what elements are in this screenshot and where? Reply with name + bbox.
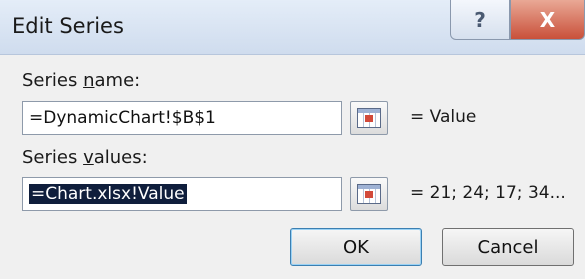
close-icon: X [539,7,556,32]
range-select-icon [357,108,381,128]
range-select-icon [357,184,381,204]
series-name-preview: = Value [410,107,477,127]
series-values-label: Series values: [22,147,148,168]
close-button[interactable]: X [510,0,585,40]
help-icon: ? [474,7,486,32]
series-name-label: Series name: [22,70,141,91]
series-values-value: =Chart.xlsx!Value [29,184,187,204]
title-bar: Edit Series ? X [0,0,585,55]
series-values-preview: = 21; 24; 17; 34... [410,183,566,203]
ok-button[interactable]: OK [290,228,422,266]
help-button[interactable]: ? [450,0,510,40]
series-name-value: =DynamicChart!$B$1 [29,108,216,128]
cancel-button[interactable]: Cancel [442,228,574,266]
series-name-field[interactable]: =DynamicChart!$B$1 [22,101,342,135]
series-values-range-picker-button[interactable] [350,177,388,211]
dialog-title: Edit Series [12,14,124,38]
series-name-range-picker-button[interactable] [350,101,388,135]
series-values-field[interactable]: =Chart.xlsx!Value [22,177,342,211]
